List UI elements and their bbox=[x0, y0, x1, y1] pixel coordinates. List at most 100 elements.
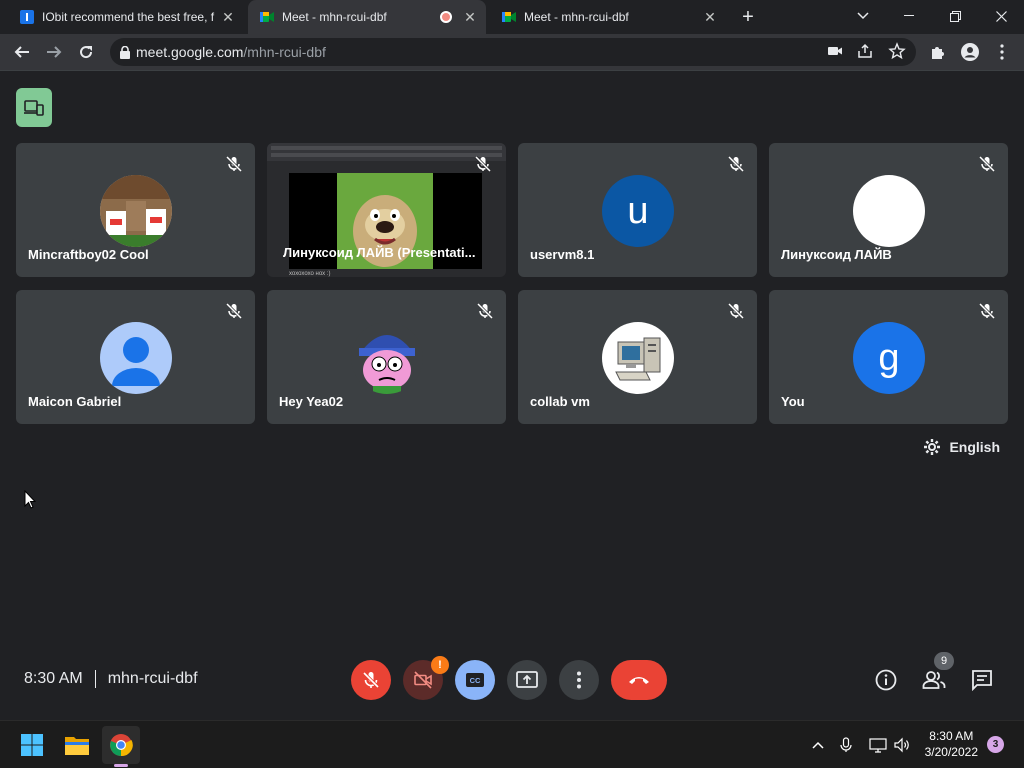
caption-language-button[interactable]: English bbox=[923, 438, 1000, 456]
chrome-taskbar-button[interactable] bbox=[102, 726, 140, 767]
divider bbox=[94, 670, 96, 688]
presentation-tile[interactable]: Линуксоид ЛАЙВ (Presentati... хохохохо н… bbox=[267, 143, 506, 277]
start-button[interactable] bbox=[13, 726, 51, 764]
muted-mic-icon bbox=[978, 302, 996, 320]
mic-off-icon bbox=[362, 671, 380, 689]
participant-name: Hey Yea02 bbox=[279, 394, 344, 409]
microphone-tray-icon[interactable] bbox=[835, 734, 857, 756]
participant-count-badge: 9 bbox=[934, 652, 954, 670]
bookmark-star-icon[interactable] bbox=[888, 42, 906, 60]
captions-button[interactable]: CC bbox=[455, 660, 495, 700]
mic-toggle-button[interactable] bbox=[351, 660, 391, 700]
avatar-initial: g bbox=[878, 336, 900, 379]
chrome-icon bbox=[110, 734, 133, 757]
caption-language: English bbox=[949, 439, 1000, 455]
participant-name: Maicon Gabriel bbox=[28, 394, 122, 409]
participant-name: Линуксоид ЛАЙВ bbox=[781, 247, 892, 262]
muted-mic-icon bbox=[476, 302, 494, 320]
windows-taskbar: 8:30 AM 3/20/2022 3 bbox=[0, 720, 1024, 768]
chat-button[interactable] bbox=[968, 666, 996, 694]
muted-mic-icon bbox=[978, 155, 996, 173]
profile-avatar-icon[interactable] bbox=[960, 42, 980, 62]
browser-tab-strip: IObit recommend the best free, f ✕ Meet … bbox=[0, 0, 1024, 34]
taskbar-clock[interactable]: 8:30 AM 3/20/2022 bbox=[925, 728, 978, 760]
participant-tile[interactable]: collab vm bbox=[518, 290, 757, 424]
extensions-puzzle-icon[interactable] bbox=[928, 42, 948, 62]
active-app-indicator bbox=[114, 764, 128, 767]
participant-tile[interactable]: Mincraftboy02 Cool bbox=[16, 143, 255, 277]
default-person-avatar-icon bbox=[100, 322, 172, 394]
tab-close-icon[interactable]: ✕ bbox=[462, 9, 478, 25]
camera-warning-badge: ! bbox=[431, 656, 449, 674]
windows-logo-icon bbox=[21, 734, 43, 756]
tab-title: Meet - mhn-rcui-dbf bbox=[282, 10, 387, 24]
muted-mic-icon bbox=[474, 155, 492, 173]
avatar-photo bbox=[100, 175, 172, 247]
taskbar-time: 8:30 AM bbox=[929, 729, 974, 743]
reload-button[interactable] bbox=[76, 42, 96, 62]
participant-tile[interactable]: u uservm8.1 bbox=[518, 143, 757, 277]
participant-tile-self[interactable]: g You bbox=[769, 290, 1008, 424]
meeting-info: 8:30 AM mhn-rcui-dbf bbox=[24, 670, 198, 688]
avatar-letter: g bbox=[853, 322, 925, 394]
present-screen-button[interactable] bbox=[507, 660, 547, 700]
url-text: meet.google.com/mhn-rcui-dbf bbox=[136, 44, 326, 60]
people-button[interactable]: 9 bbox=[920, 652, 954, 694]
notification-badge[interactable]: 3 bbox=[987, 736, 1004, 753]
participant-tile[interactable]: Maicon Gabriel bbox=[16, 290, 255, 424]
file-explorer-button[interactable] bbox=[58, 726, 96, 764]
lock-icon[interactable] bbox=[120, 45, 130, 59]
tab-close-icon[interactable]: ✕ bbox=[702, 9, 718, 25]
share-icon[interactable] bbox=[856, 42, 874, 60]
folder-icon bbox=[65, 737, 89, 755]
back-button[interactable] bbox=[12, 42, 32, 62]
camera-in-use-icon[interactable] bbox=[826, 42, 844, 60]
network-icon[interactable] bbox=[867, 734, 889, 756]
browser-toolbar: meet.google.com/mhn-rcui-dbf bbox=[0, 34, 1024, 70]
avatar-initial: u bbox=[627, 189, 649, 232]
tab-search-icon[interactable] bbox=[840, 0, 886, 32]
taskbar-date: 3/20/2022 bbox=[924, 745, 978, 759]
participant-name: Линуксоид ЛАЙВ (Presentati... bbox=[283, 245, 476, 260]
participant-tile[interactable]: Hey Yea02 bbox=[267, 290, 506, 424]
tab-iobit[interactable]: IObit recommend the best free, f ✕ bbox=[8, 0, 244, 34]
meet-favicon-icon bbox=[260, 10, 274, 24]
muted-mic-icon bbox=[225, 155, 243, 173]
address-bar[interactable]: meet.google.com/mhn-rcui-dbf bbox=[110, 38, 916, 66]
forward-button[interactable] bbox=[44, 42, 64, 62]
presentation-window-bar bbox=[267, 143, 506, 161]
meeting-time: 8:30 AM bbox=[24, 670, 83, 687]
leave-call-button[interactable] bbox=[611, 660, 667, 700]
new-tab-button[interactable]: + bbox=[738, 6, 758, 28]
participant-name: collab vm bbox=[530, 394, 590, 409]
volume-icon[interactable] bbox=[891, 734, 913, 756]
url-host: meet.google.com bbox=[136, 44, 244, 60]
tab-meet[interactable]: Meet - mhn-rcui-dbf ✕ bbox=[490, 0, 726, 34]
tab-meet-active[interactable]: Meet - mhn-rcui-dbf ✕ bbox=[248, 0, 486, 34]
show-hidden-icons-button[interactable] bbox=[807, 734, 829, 756]
close-window-button[interactable] bbox=[978, 0, 1024, 32]
avatar-blank bbox=[853, 175, 925, 247]
companion-mode-button[interactable] bbox=[16, 88, 52, 127]
camera-off-icon bbox=[414, 671, 432, 689]
participant-name: Mincraftboy02 Cool bbox=[28, 247, 149, 262]
people-icon bbox=[922, 671, 946, 689]
info-icon bbox=[875, 669, 897, 691]
present-icon bbox=[516, 671, 538, 688]
minimize-button[interactable] bbox=[886, 0, 932, 32]
chrome-menu-icon[interactable] bbox=[992, 42, 1012, 62]
camera-toggle-button[interactable]: ! bbox=[403, 656, 449, 700]
muted-mic-icon bbox=[727, 155, 745, 173]
tab-close-icon[interactable]: ✕ bbox=[220, 9, 236, 25]
restore-button[interactable] bbox=[932, 0, 978, 32]
avatar-letter: u bbox=[602, 175, 674, 247]
gear-icon bbox=[924, 439, 941, 455]
computer-avatar-icon bbox=[602, 322, 674, 394]
participant-tile[interactable]: Линуксоид ЛАЙВ bbox=[769, 143, 1008, 277]
more-options-button[interactable] bbox=[559, 660, 599, 700]
chat-icon bbox=[972, 670, 992, 691]
tab-title: Meet - mhn-rcui-dbf bbox=[524, 10, 629, 24]
presentation-caption: хохохохо нох :) bbox=[289, 271, 331, 277]
svg-text:CC: CC bbox=[470, 676, 481, 685]
meeting-details-button[interactable] bbox=[872, 666, 900, 694]
